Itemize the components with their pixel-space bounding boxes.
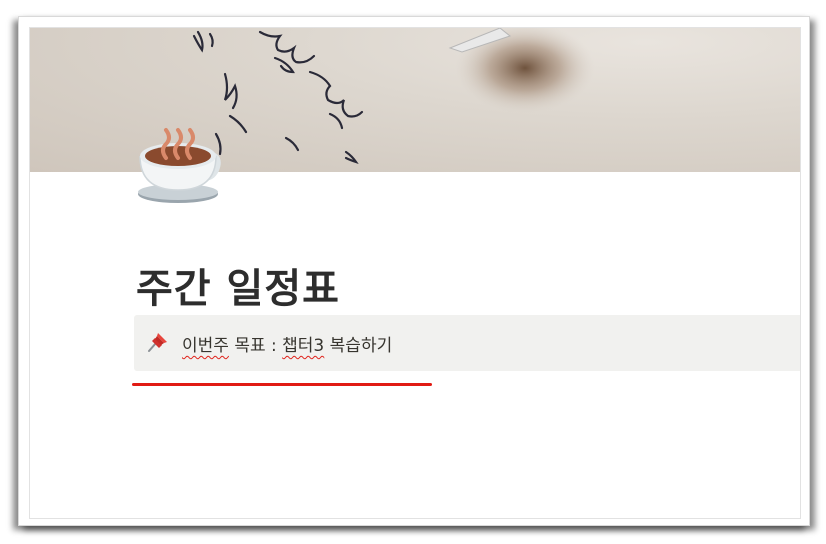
- notion-page: 주간 일정표 이번주 목표 : 챕터3 복습하기: [29, 27, 801, 519]
- callout-word-this-week: 이번주: [182, 336, 229, 356]
- page-title[interactable]: 주간 일정표: [136, 256, 340, 314]
- callout-text-review: 복습하기: [324, 336, 393, 356]
- callout-text[interactable]: 이번주 목표 : 챕터3 복습하기: [182, 331, 392, 356]
- callout-block[interactable]: 이번주 목표 : 챕터3 복습하기: [134, 315, 800, 371]
- callout-text-goal: 목표 :: [228, 336, 283, 356]
- hot-beverage-icon[interactable]: [134, 124, 222, 212]
- screenshot-frame: 주간 일정표 이번주 목표 : 챕터3 복습하기: [18, 16, 810, 526]
- pushpin-icon[interactable]: [146, 330, 170, 354]
- annotation-red-underline: [132, 383, 432, 386]
- callout-word-chapter: 챕터3: [282, 336, 325, 356]
